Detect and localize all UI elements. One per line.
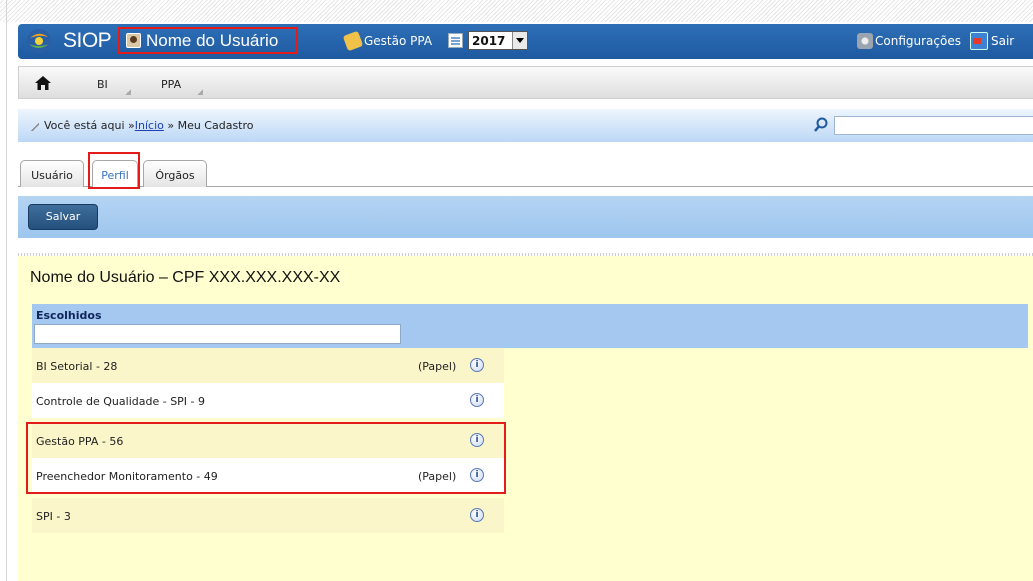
user-name[interactable]: Nome do Usuário [146, 31, 278, 51]
chosen-filter-input[interactable] [34, 324, 401, 344]
tab-orgaos[interactable]: Órgãos [143, 160, 207, 187]
profile-label: BI Setorial - 28 [36, 360, 118, 373]
info-icon[interactable]: i [470, 393, 484, 407]
save-button[interactable]: Salvar [28, 204, 98, 230]
panel-title: Nome do Usuário – CPF XXX.XXX.XXX-XX [30, 269, 341, 286]
chosen-label: Escolhidos [36, 309, 102, 322]
search-icon[interactable] [814, 117, 828, 132]
main-menu: BI PPA [18, 66, 1033, 99]
list-item[interactable]: BI Setorial - 28 (Papel) i [32, 348, 504, 383]
tab-highlight-box [88, 152, 140, 189]
breadcrumb-prefix: Você está aqui » [44, 119, 135, 132]
chevron-down-icon[interactable] [512, 32, 527, 49]
breadcrumb-text: Você está aqui »Início » Meu Cadastro [44, 119, 254, 132]
action-bar: Salvar [18, 196, 1033, 238]
user-icon [126, 33, 141, 48]
user-menu[interactable]: Nome do Usuário [118, 27, 298, 54]
settings-icon[interactable] [857, 33, 873, 49]
menu-dropdown-grip [125, 89, 131, 95]
tab-label: Órgãos [155, 169, 195, 182]
year-value: 2017 [472, 34, 506, 48]
app-header: SIOP Nome do Usuário Gestão PPA 2017 Con… [18, 24, 1033, 59]
profile-label: Controle de Qualidade - SPI - 9 [36, 395, 206, 408]
profile-label: SPI - 3 [36, 510, 71, 523]
gestao-ppa-link[interactable]: Gestão PPA [364, 34, 432, 48]
app-name[interactable]: SIOP [63, 29, 112, 53]
exit-icon[interactable] [970, 32, 988, 50]
items-highlight-box [26, 422, 506, 494]
list-item[interactable]: SPI - 3 i [32, 498, 504, 533]
calendar-icon[interactable] [448, 33, 463, 48]
left-border-line [6, 0, 7, 581]
info-icon[interactable]: i [470, 508, 484, 522]
key-icon [342, 30, 364, 52]
breadcrumb-corner-icon [31, 123, 39, 131]
year-select[interactable]: 2017 [468, 31, 528, 50]
tab-usuario[interactable]: Usuário [20, 160, 84, 187]
breadcrumb-home-link[interactable]: Início [135, 119, 164, 132]
breadcrumb-current: » Meu Cadastro [163, 119, 254, 132]
list-item[interactable]: Controle de Qualidade - SPI - 9 i [32, 383, 504, 418]
home-icon[interactable] [35, 76, 51, 90]
breadcrumb: Você está aqui »Início » Meu Cadastro [18, 109, 1033, 142]
info-icon[interactable]: i [470, 358, 484, 372]
tab-label: Usuário [31, 169, 73, 182]
profile-panel: Nome do Usuário – CPF XXX.XXX.XXX-XX Esc… [18, 253, 1033, 581]
top-hatch-strip [0, 0, 1033, 22]
settings-link[interactable]: Configurações [875, 34, 961, 48]
profile-role: (Papel) [418, 360, 457, 373]
search-input[interactable] [834, 116, 1033, 135]
chosen-list-header: Escolhidos [32, 304, 1028, 348]
siop-logo-icon[interactable] [26, 28, 52, 54]
menu-item-bi[interactable]: BI [97, 78, 108, 91]
exit-link[interactable]: Sair [991, 34, 1014, 48]
menu-dropdown-grip [197, 89, 203, 95]
menu-item-ppa[interactable]: PPA [161, 78, 181, 91]
